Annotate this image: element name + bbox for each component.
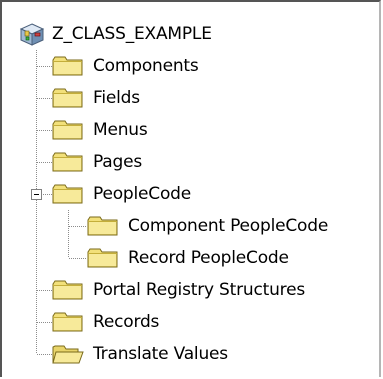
tree-item-label: Component PeopleCode [128, 216, 329, 236]
project-tree: Z_CLASS_EXAMPLE Components Fields Menus … [2, 2, 379, 377]
folder-closed-icon [87, 215, 119, 237]
tree-item-fields[interactable]: Fields [52, 82, 140, 114]
tree-item-component-peoplecode[interactable]: Component PeopleCode [87, 210, 328, 242]
folder-closed-icon [52, 119, 84, 141]
tree-item-peoplecode[interactable]: PeopleCode [52, 178, 191, 210]
folder-open-icon [52, 343, 84, 365]
peoplecode-collapse-toggle[interactable] [31, 189, 42, 200]
tree-item-record-peoplecode[interactable]: Record PeopleCode [87, 242, 289, 274]
tree-item-records[interactable]: Records [52, 306, 159, 338]
tree-item-translate-values[interactable]: Translate Values [52, 338, 228, 370]
tree-item-label: Components [93, 56, 199, 76]
tree-item-menus[interactable]: Menus [52, 114, 148, 146]
tree-item-portal-registry-structures[interactable]: Portal Registry Structures [52, 274, 305, 306]
tree-panel: Z_CLASS_EXAMPLE Components Fields Menus … [0, 0, 381, 377]
folder-closed-icon [87, 247, 119, 269]
tree-item-label: Translate Values [93, 344, 228, 364]
folder-closed-icon [52, 55, 84, 77]
project-cube-icon [18, 21, 48, 47]
folder-closed-icon [52, 279, 84, 301]
tree-item-pages[interactable]: Pages [52, 146, 142, 178]
tree-item-label: Records [93, 312, 160, 332]
folder-closed-icon [52, 151, 84, 173]
folder-closed-icon [52, 183, 84, 205]
folder-closed-icon [52, 311, 84, 333]
tree-item-label: PeopleCode [93, 184, 191, 204]
folder-closed-icon [52, 87, 84, 109]
tree-item-components[interactable]: Components [52, 50, 199, 82]
tree-root-label: Z_CLASS_EXAMPLE [52, 24, 212, 44]
tree-item-label: Portal Registry Structures [93, 280, 305, 300]
tree-item-label: Fields [93, 88, 140, 108]
tree-root-z-class-example[interactable]: Z_CLASS_EXAMPLE [18, 18, 212, 50]
tree-item-label: Menus [93, 120, 148, 140]
tree-item-label: Record PeopleCode [128, 248, 289, 268]
tree-item-label: Pages [93, 152, 143, 172]
